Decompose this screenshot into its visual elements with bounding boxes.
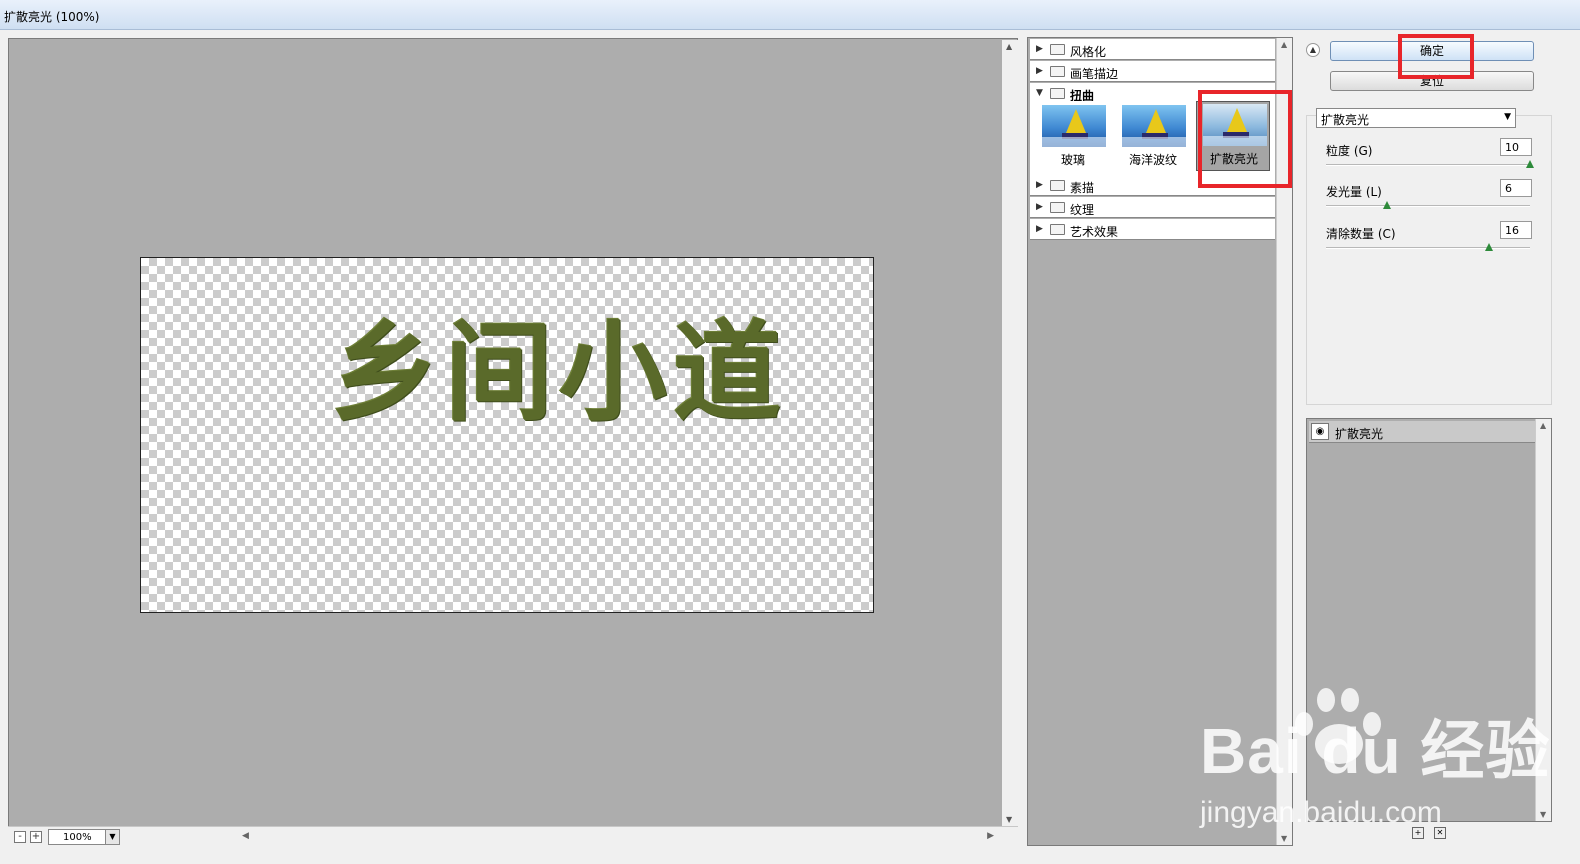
expand-arrow-icon[interactable]: ▶ xyxy=(1036,44,1043,54)
eye-icon[interactable]: ◉ xyxy=(1311,423,1329,440)
category-label: 画笔描边 xyxy=(1070,67,1119,81)
category-brush-strokes[interactable]: ▶ 画笔描边 xyxy=(1030,61,1275,82)
zoom-out-button[interactable]: - xyxy=(14,831,26,843)
param-graininess: 粒度 (G) 10 xyxy=(1326,138,1534,178)
param-label: 清除数量 (C) xyxy=(1326,227,1396,241)
param-value-input[interactable]: 16 xyxy=(1500,221,1532,239)
filter-glass[interactable]: 玻璃 xyxy=(1036,103,1110,173)
zoom-select[interactable]: 100% ▼ xyxy=(48,829,120,845)
category-label: 纹理 xyxy=(1070,203,1095,217)
param-clear-amount: 清除数量 (C) 16 xyxy=(1326,221,1532,261)
param-value-input[interactable]: 10 xyxy=(1500,138,1532,156)
filter-select[interactable]: 扩散亮光 ▼ xyxy=(1316,108,1516,128)
param-glow-amount: 发光量 (L) 6 xyxy=(1326,179,1532,219)
paw-logo-icon xyxy=(1295,688,1385,768)
highlight-box-filter xyxy=(1198,90,1292,188)
filter-select-value: 扩散亮光 xyxy=(1321,113,1370,127)
category-label: 风格化 xyxy=(1070,45,1107,59)
zoom-in-button[interactable]: + xyxy=(30,831,42,843)
slider-track[interactable] xyxy=(1326,164,1530,166)
category-texture[interactable]: ▶ 纹理 xyxy=(1030,197,1275,218)
title-bar: 扩散亮光 (100%) xyxy=(0,0,1580,30)
slider-knob[interactable] xyxy=(1485,243,1493,251)
scroll-up-icon[interactable]: ▲ xyxy=(1006,42,1012,51)
preview-pane[interactable]: 乡间小道 xyxy=(8,38,1018,846)
preview-canvas[interactable]: 乡间小道 xyxy=(140,257,874,613)
folder-icon xyxy=(1050,44,1065,55)
filter-thumbnail xyxy=(1042,105,1106,147)
chevron-down-icon[interactable]: ▼ xyxy=(1504,112,1511,122)
scroll-left-icon[interactable]: ◀ xyxy=(242,831,249,841)
scroll-down-icon[interactable]: ▼ xyxy=(1006,815,1012,824)
window-title: 扩散亮光 (100%) xyxy=(4,10,100,24)
highlight-box-ok xyxy=(1398,34,1474,79)
slider-knob[interactable] xyxy=(1526,160,1534,168)
param-value-input[interactable]: 6 xyxy=(1500,179,1532,197)
folder-icon xyxy=(1050,180,1065,191)
slider-track[interactable] xyxy=(1326,247,1530,249)
scroll-up-icon[interactable]: ▲ xyxy=(1540,421,1546,430)
preview-vertical-scrollbar[interactable]: ▲ ▼ xyxy=(1002,40,1018,826)
expand-arrow-icon[interactable]: ▶ xyxy=(1036,202,1043,212)
expand-arrow-icon[interactable]: ▶ xyxy=(1036,224,1043,234)
slider-knob[interactable] xyxy=(1383,201,1391,209)
scroll-up-icon[interactable]: ▲ xyxy=(1281,40,1287,49)
watermark-url: jingyan.baidu.com xyxy=(1200,796,1442,829)
category-stylize[interactable]: ▶ 风格化 xyxy=(1030,39,1275,60)
param-label: 粒度 (G) xyxy=(1326,144,1373,158)
expand-arrow-icon[interactable]: ▶ xyxy=(1036,66,1043,76)
scroll-down-icon[interactable]: ▼ xyxy=(1281,834,1287,843)
folder-icon xyxy=(1050,224,1065,235)
slider-track[interactable] xyxy=(1326,205,1530,207)
category-artistic[interactable]: ▶ 艺术效果 xyxy=(1030,219,1275,240)
preview-bottom-bar: - + 100% ▼ ◀ ▶ xyxy=(8,826,1018,846)
effect-layer-name: 扩散亮光 xyxy=(1335,427,1384,441)
effect-layer-row[interactable]: ◉ 扩散亮光 xyxy=(1309,421,1535,443)
canvas-text: 乡间小道 xyxy=(331,311,788,436)
baidu-watermark: Bai du 经验 jingyan.baidu.com xyxy=(1200,688,1550,830)
collapse-icon[interactable]: ▲ xyxy=(1306,43,1320,57)
category-label: 素描 xyxy=(1070,181,1095,195)
filter-label: 海洋波纹 xyxy=(1128,153,1177,167)
filter-ocean-ripple[interactable]: 海洋波纹 xyxy=(1116,103,1190,173)
scroll-right-icon[interactable]: ▶ xyxy=(987,831,994,841)
collapse-arrow-icon[interactable]: ▼ xyxy=(1036,88,1043,98)
chevron-down-icon[interactable]: ▼ xyxy=(105,830,119,844)
folder-icon xyxy=(1050,202,1065,213)
filter-label: 玻璃 xyxy=(1060,153,1085,167)
folder-open-icon xyxy=(1050,88,1065,99)
filter-thumbnail xyxy=(1122,105,1186,147)
zoom-value: 100% xyxy=(63,832,92,843)
preview-horizontal-scrollbar[interactable]: ◀ ▶ xyxy=(238,829,998,845)
category-label: 艺术效果 xyxy=(1070,225,1119,239)
folder-icon xyxy=(1050,66,1065,77)
param-label: 发光量 (L) xyxy=(1326,185,1382,199)
expand-arrow-icon[interactable]: ▶ xyxy=(1036,180,1043,190)
